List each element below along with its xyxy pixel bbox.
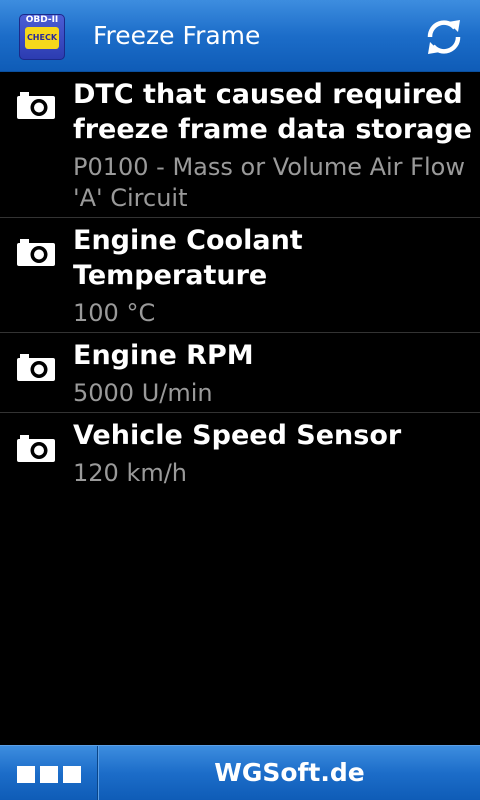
- list-item[interactable]: Engine RPM 5000 U/min: [0, 333, 480, 413]
- list-item[interactable]: Engine Coolant Temperature 100 °C: [0, 218, 480, 333]
- app-icon-badge-text: CHECK: [26, 33, 58, 42]
- menu-button[interactable]: [0, 746, 97, 800]
- item-title: Engine RPM: [73, 340, 254, 371]
- menu-square: [40, 766, 58, 783]
- item-title: DTC that caused required freeze frame da…: [73, 79, 473, 145]
- list-item[interactable]: Vehicle Speed Sensor 120 km/h: [0, 413, 480, 495]
- freeze-frame-list: DTC that caused required freeze frame da…: [0, 73, 480, 495]
- app-icon-top-text: OBD-II: [25, 15, 59, 25]
- bottom-bar: WGSoft.de: [0, 745, 480, 800]
- page-title: Freeze Frame: [93, 21, 261, 50]
- list-item[interactable]: DTC that caused required freeze frame da…: [0, 73, 480, 218]
- camera-icon: [17, 435, 55, 462]
- item-value: P0100 - Mass or Volume Air Flow 'A' Circ…: [73, 153, 465, 212]
- camera-icon: [17, 239, 55, 266]
- item-value: 100 °C: [73, 299, 156, 327]
- camera-icon: [17, 92, 55, 119]
- item-title: Engine Coolant Temperature: [73, 225, 303, 291]
- item-value: 5000 U/min: [73, 379, 213, 407]
- camera-icon: [17, 354, 55, 381]
- menu-square: [17, 766, 35, 783]
- item-title: Vehicle Speed Sensor: [73, 420, 402, 451]
- action-bar: OBD-II CHECK Freeze Frame: [0, 0, 480, 72]
- brand-link[interactable]: WGSoft.de: [99, 746, 480, 800]
- item-value: 120 km/h: [73, 459, 188, 487]
- refresh-icon: [427, 20, 461, 54]
- app-icon[interactable]: OBD-II CHECK: [19, 14, 65, 60]
- menu-square: [63, 766, 81, 783]
- refresh-button[interactable]: [416, 12, 472, 62]
